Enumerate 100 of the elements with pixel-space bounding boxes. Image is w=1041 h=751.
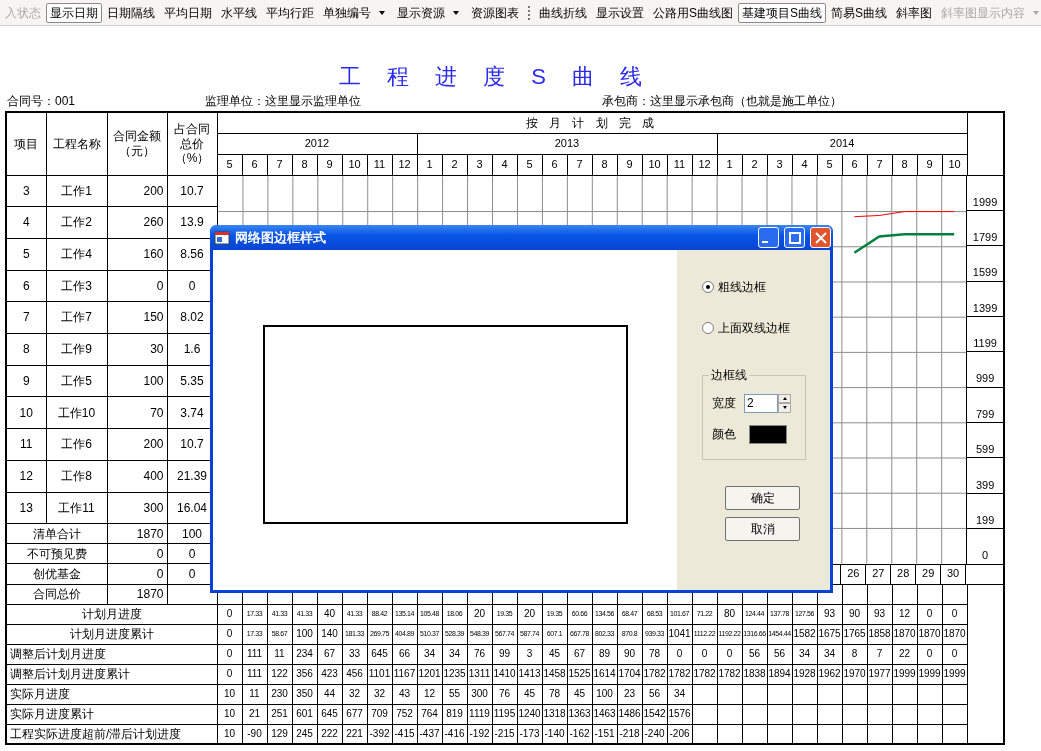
- table-cell: 819: [442, 704, 467, 724]
- maximize-button[interactable]: [784, 227, 805, 248]
- radio-button[interactable]: [702, 281, 714, 293]
- table-cell: 0: [107, 563, 167, 584]
- color-swatch[interactable]: [749, 424, 787, 444]
- month-header: 2: [442, 154, 467, 175]
- table-cell: 工作2: [46, 206, 107, 239]
- axis-label: 1799: [972, 231, 998, 245]
- toolbar-button[interactable]: 平均日期: [160, 2, 216, 23]
- toolbar-button[interactable]: 显示设置: [592, 2, 648, 23]
- table-cell: 清单合计: [6, 523, 107, 544]
- caret-icon: [1033, 10, 1040, 15]
- table-cell: 200: [107, 428, 167, 461]
- month-header: 1: [417, 154, 442, 175]
- table-cell: 1542: [642, 704, 667, 724]
- toolbar-button[interactable]: 斜率图: [892, 2, 937, 23]
- table-cell: 23: [617, 684, 642, 704]
- table-cell: 3: [6, 175, 46, 207]
- table-cell: 66: [392, 644, 417, 664]
- table-cell: 8: [842, 644, 867, 664]
- table-cell: 1318: [542, 704, 567, 724]
- axis-label: 999: [975, 372, 995, 386]
- toolbar-button[interactable]: 公路用S曲线图: [649, 2, 737, 23]
- table-cell: -215: [492, 724, 517, 744]
- table-cell: 764: [417, 704, 442, 724]
- table-cell: 1782: [692, 664, 717, 684]
- table-cell: 601: [292, 704, 317, 724]
- close-button[interactable]: [810, 227, 831, 248]
- toolbar-button[interactable]: 显示日期: [46, 2, 102, 23]
- table-cell: 76: [467, 644, 492, 664]
- month-header: 8: [292, 154, 317, 175]
- column-header: 项目: [6, 112, 46, 175]
- radio-label: 粗线边框: [718, 279, 766, 295]
- dialog-button[interactable]: 取消: [725, 517, 800, 541]
- table-cell: 34: [792, 644, 817, 664]
- caret-icon: [379, 10, 385, 15]
- supervisor-text: 监理单位：这里显示监理单位: [205, 94, 362, 110]
- table-cell: 90: [617, 644, 642, 664]
- toolbar-button[interactable]: 日期隔线: [103, 2, 159, 23]
- table-cell: 752: [392, 704, 417, 724]
- table-cell: 1410: [492, 664, 517, 684]
- page-title: 工 程 进 度 S 曲 线: [337, 64, 654, 91]
- table-cell: 0: [107, 270, 167, 302]
- toolbar-button[interactable]: 单独编号: [319, 2, 392, 23]
- table-cell: 456: [342, 664, 367, 684]
- toolbar-button[interactable]: 曲线折线: [535, 2, 591, 23]
- table-cell: 99: [492, 644, 517, 664]
- minimize-button[interactable]: [758, 227, 779, 248]
- table-cell: 1928: [792, 664, 817, 684]
- toolbar-button[interactable]: 简易S曲线: [827, 2, 892, 23]
- table-cell: 55: [442, 684, 467, 704]
- table-cell: -173: [517, 724, 542, 744]
- row-label: 实际月进度累计: [6, 704, 217, 724]
- table-cell: 45: [542, 644, 567, 664]
- month-header: 11: [367, 154, 392, 175]
- axis-label: 1599: [972, 266, 998, 280]
- table-cell: 12: [417, 684, 442, 704]
- table-cell: 0: [692, 644, 717, 664]
- spin-buttons[interactable]: [778, 393, 791, 413]
- dialog-button[interactable]: 确定: [725, 486, 800, 510]
- table-cell: 1999: [892, 664, 917, 684]
- table-cell: 10: [217, 704, 242, 724]
- year-header: 2013: [417, 133, 717, 154]
- month-header: 6: [242, 154, 267, 175]
- table-cell: 45: [517, 684, 542, 704]
- table-cell: 160: [107, 238, 167, 271]
- minimize-icon: [762, 241, 768, 243]
- axis-label: 26: [847, 567, 860, 581]
- table-cell: 1463: [592, 704, 617, 724]
- table-cell: 67: [317, 644, 342, 664]
- table-cell: 工作6: [46, 428, 107, 461]
- toolbar-button[interactable]: 水平线: [217, 2, 261, 23]
- table-cell: 3: [517, 644, 542, 664]
- window-title: 网络图边框样式: [235, 229, 327, 246]
- month-header: 5: [517, 154, 542, 175]
- table-cell: 11: [267, 644, 292, 664]
- table-cell: 300: [107, 492, 167, 524]
- toolbar-button[interactable]: 显示资源: [393, 2, 466, 23]
- table-cell: -162: [567, 724, 592, 744]
- table-cell: 1858: [867, 624, 892, 644]
- table-cell: 100: [107, 365, 167, 397]
- maximize-icon: [788, 231, 801, 244]
- table-cell: 400: [107, 460, 167, 493]
- table-cell: 12: [892, 604, 917, 624]
- month-header: 12: [392, 154, 417, 175]
- table-cell: 111: [242, 664, 267, 684]
- toolbar-button[interactable]: 资源图表: [467, 2, 523, 23]
- month-header: 5: [217, 154, 242, 175]
- radio-button[interactable]: [702, 322, 714, 334]
- table-cell: 111: [242, 644, 267, 664]
- table-cell: 1962: [817, 664, 842, 684]
- month-header: 6: [542, 154, 567, 175]
- number-field[interactable]: 2: [744, 393, 778, 413]
- table-cell: 56: [642, 684, 667, 704]
- table-cell: -151: [592, 724, 617, 744]
- table-cell: 356: [292, 664, 317, 684]
- table-cell: 0: [107, 543, 167, 564]
- table-cell: 0: [217, 624, 242, 644]
- toolbar-button[interactable]: 基建项目S曲线: [738, 2, 827, 23]
- toolbar-button[interactable]: 平均行距: [262, 2, 318, 23]
